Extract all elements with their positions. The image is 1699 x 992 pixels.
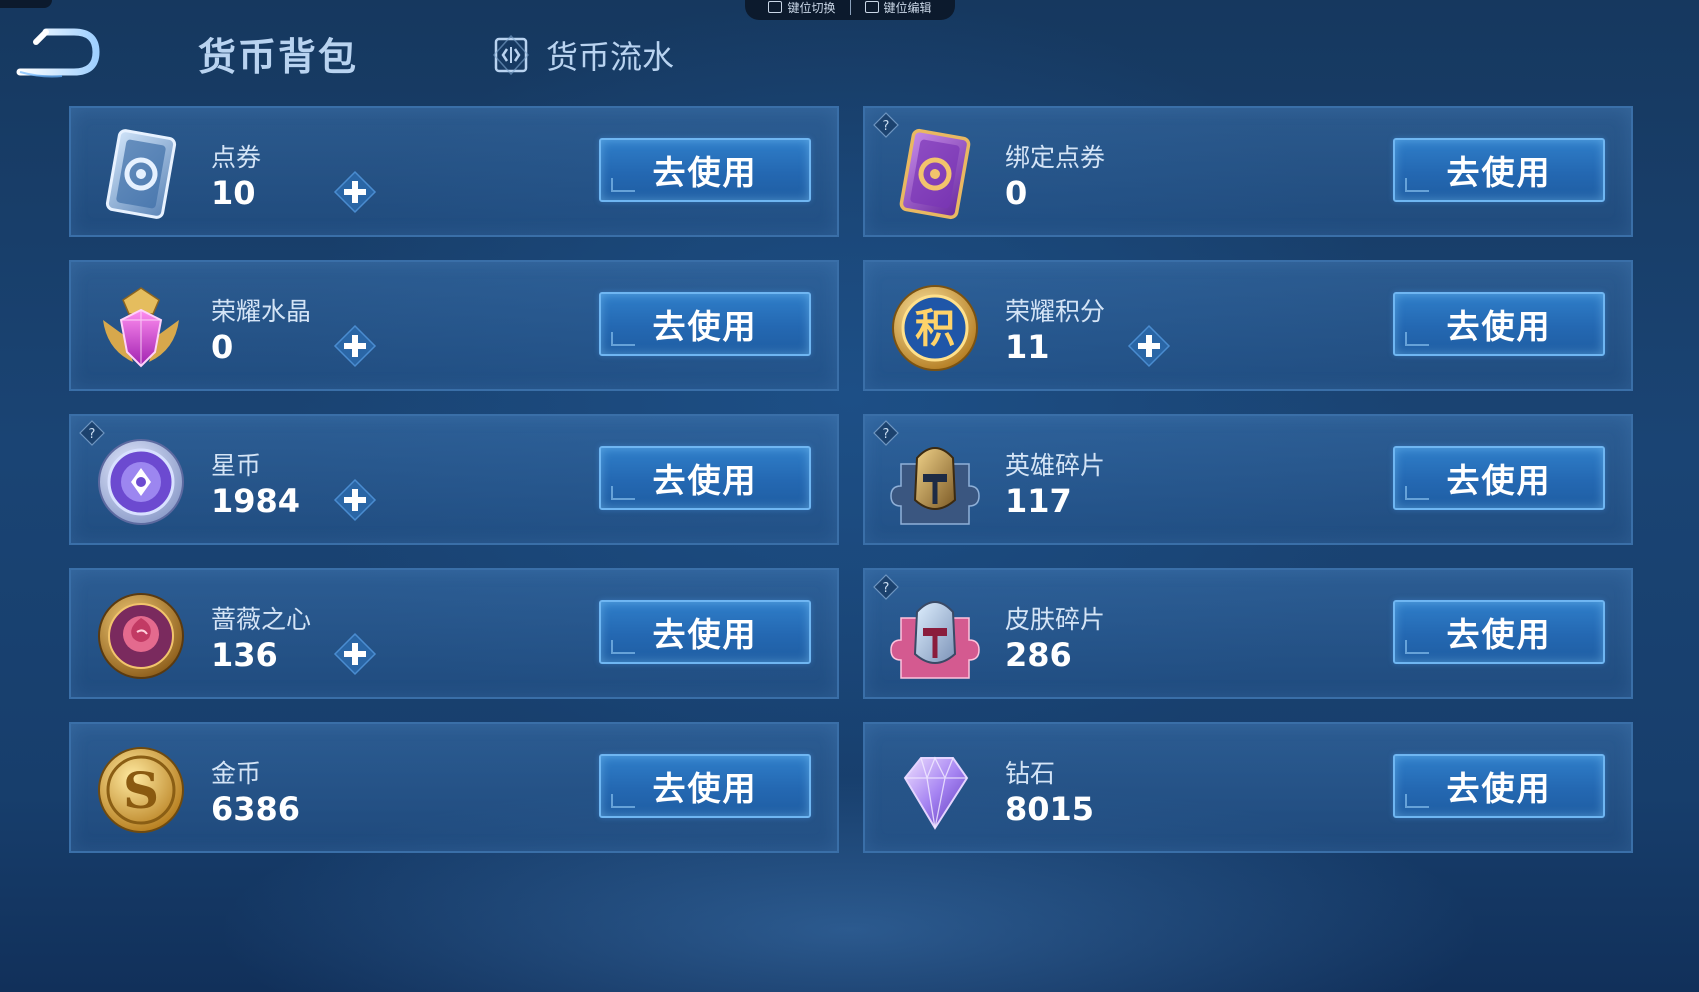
currency-card-rose-heart: 蔷薇之心 136 去使用 (69, 568, 839, 699)
use-button[interactable]: 去使用 (1393, 138, 1605, 202)
currency-amount: 286 (1005, 636, 1072, 674)
svg-text:积: 积 (915, 306, 955, 352)
use-button[interactable]: 去使用 (599, 446, 811, 510)
transaction-log-icon (492, 34, 530, 76)
currency-amount: 8015 (1005, 790, 1095, 828)
currency-name: 英雄碎片 (1005, 451, 1106, 480)
currency-flow-tab[interactable]: 货币流水 (490, 32, 674, 78)
currency-amount: 0 (211, 328, 234, 366)
svg-text:S: S (123, 761, 159, 820)
currency-name: 蔷薇之心 (211, 605, 312, 634)
use-button[interactable]: 去使用 (1393, 446, 1605, 510)
currency-card-star-coin: ? 星币 1984 去使用 (69, 414, 839, 545)
currency-name: 荣耀积分 (1005, 297, 1106, 326)
use-button[interactable]: 去使用 (599, 600, 811, 664)
hero-fragment-icon (887, 434, 983, 530)
currency-card-coupon: 点券 10 去使用 (69, 106, 839, 237)
use-button[interactable]: 去使用 (1393, 292, 1605, 356)
currency-name: 星币 (211, 451, 262, 480)
add-icon[interactable] (333, 170, 377, 214)
currency-card-glory-points: 积 荣耀积分 11 去使用 (863, 260, 1633, 391)
skin-fragment-icon (887, 588, 983, 684)
back-button[interactable] (12, 24, 104, 80)
currency-card-hero-fragment: ? 英雄碎片 117 去使用 (863, 414, 1633, 545)
currency-amount: 10 (211, 174, 256, 212)
currency-amount: 11 (1005, 328, 1050, 366)
glory-crystal-icon (93, 280, 189, 376)
currency-grid: 点券 10 去使用 ? 绑定点券 0 去使用 荣耀水晶 0 去使用 积 荣耀积分… (69, 106, 1633, 853)
star-coin-icon (93, 434, 189, 530)
currency-amount: 6386 (211, 790, 301, 828)
use-button[interactable]: 去使用 (1393, 600, 1605, 664)
currency-flow-label: 货币流水 (546, 38, 675, 76)
currency-card-skin-fragment: ? 皮肤碎片 286 去使用 (863, 568, 1633, 699)
currency-name: 皮肤碎片 (1005, 605, 1106, 634)
use-button[interactable]: 去使用 (599, 138, 811, 202)
currency-name: 绑定点券 (1005, 143, 1106, 172)
bound-coupon-icon (887, 126, 983, 222)
currency-name: 钻石 (1005, 759, 1056, 788)
back-arrow-icon (16, 28, 100, 78)
gold-coin-icon: S (93, 742, 189, 838)
currency-amount: 1984 (211, 482, 301, 520)
currency-name: 荣耀水晶 (211, 297, 312, 326)
glory-points-icon: 积 (887, 280, 983, 376)
add-icon[interactable] (333, 478, 377, 522)
currency-card-glory-crystal: 荣耀水晶 0 去使用 (69, 260, 839, 391)
top-bar: 货币背包 货币流水 (0, 0, 1699, 100)
currency-name: 金币 (211, 759, 262, 788)
add-icon[interactable] (333, 324, 377, 368)
currency-amount: 0 (1005, 174, 1028, 212)
page-title: 货币背包 (198, 35, 359, 79)
currency-amount: 136 (211, 636, 278, 674)
currency-card-bound-coupon: ? 绑定点券 0 去使用 (863, 106, 1633, 237)
currency-card-diamond: 钻石 8015 去使用 (863, 722, 1633, 853)
coupon-icon (93, 126, 189, 222)
use-button[interactable]: 去使用 (1393, 754, 1605, 818)
add-icon[interactable] (333, 632, 377, 676)
currency-name: 点券 (211, 143, 262, 172)
currency-card-gold-coin: S 金币 6386 去使用 (69, 722, 839, 853)
use-button[interactable]: 去使用 (599, 754, 811, 818)
add-icon[interactable] (1127, 324, 1171, 368)
rose-heart-icon (93, 588, 189, 684)
use-button[interactable]: 去使用 (599, 292, 811, 356)
diamond-icon (887, 742, 983, 838)
currency-amount: 117 (1005, 482, 1072, 520)
